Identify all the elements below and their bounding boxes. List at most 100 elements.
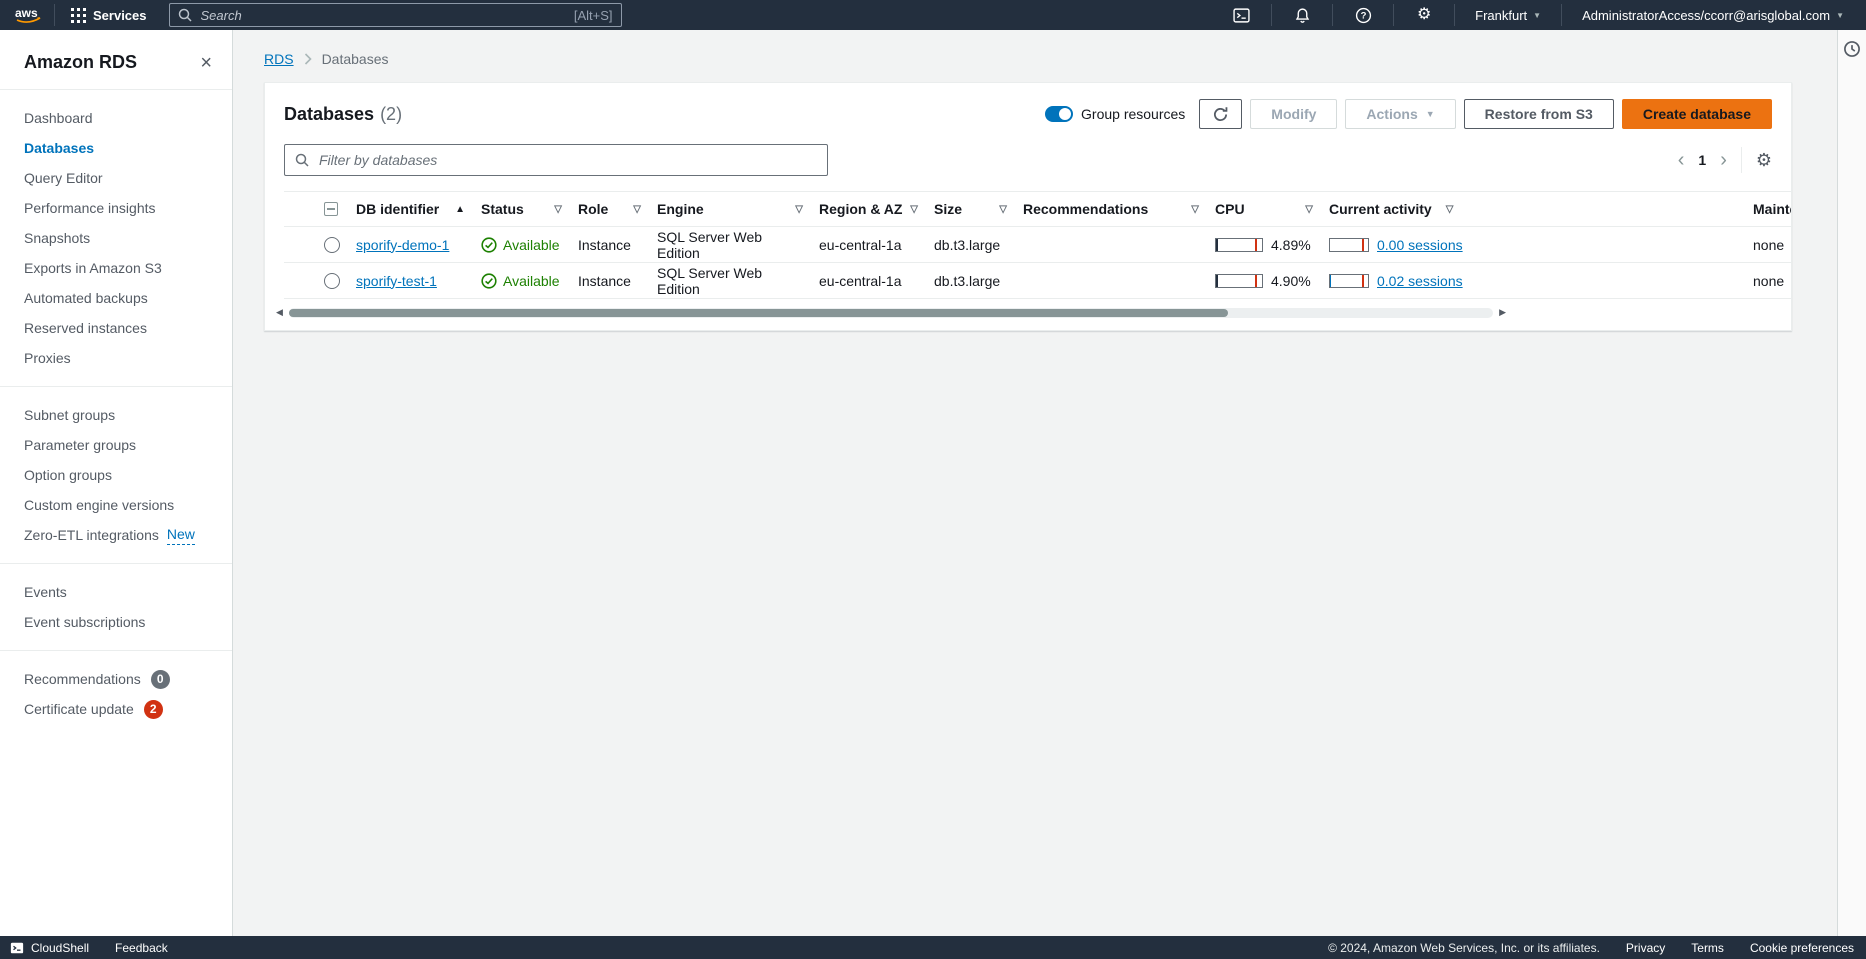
- actions-dropdown-button[interactable]: Actions ▼: [1345, 99, 1455, 129]
- grid-icon: [71, 8, 86, 23]
- column-header-region-az[interactable]: Region & AZ ▽: [819, 201, 934, 217]
- select-all-checkbox[interactable]: [324, 202, 338, 216]
- sidebar-item-custom-engine-versions[interactable]: Custom engine versions: [0, 490, 232, 520]
- create-database-button[interactable]: Create database: [1622, 99, 1772, 129]
- sidebar-item-option-groups[interactable]: Option groups: [0, 460, 232, 490]
- filter-icon[interactable]: ▽: [795, 204, 803, 215]
- sidebar-item-proxies[interactable]: Proxies: [0, 343, 232, 373]
- scroll-right-icon[interactable]: ▶: [1499, 307, 1506, 318]
- filter-icon[interactable]: ▽: [910, 204, 918, 215]
- column-header-db-identifier[interactable]: DB identifier ▲: [356, 201, 481, 217]
- activity-meter: [1329, 238, 1369, 252]
- notifications-bell-icon[interactable]: [1282, 0, 1322, 30]
- sidebar-item-databases[interactable]: Databases: [0, 133, 232, 163]
- account-label: AdministratorAccess/ccorr@arisglobal.com: [1582, 8, 1830, 23]
- sidebar-item-zero-etl[interactable]: Zero-ETL integrations New: [0, 520, 232, 550]
- cpu-meter: [1215, 274, 1263, 288]
- sessions-link[interactable]: 0.00 sessions: [1377, 237, 1463, 253]
- column-header-maintenance[interactable]: Maintenance: [1753, 201, 1791, 217]
- filter-icon[interactable]: ▽: [554, 204, 562, 215]
- column-header-size[interactable]: Size ▽: [934, 201, 1023, 217]
- sidebar-item-query-editor[interactable]: Query Editor: [0, 163, 232, 193]
- sidebar-item-recommendations[interactable]: Recommendations 0: [0, 664, 232, 694]
- sidebar-item-subnet-groups[interactable]: Subnet groups: [0, 400, 232, 430]
- sidebar-item-certificate-update[interactable]: Certificate update 2: [0, 694, 232, 724]
- sidebar-section-events: Events Event subscriptions: [0, 564, 232, 650]
- nav-divider: [1271, 4, 1272, 26]
- column-header-current-activity[interactable]: Current activity ▽: [1329, 201, 1753, 217]
- close-icon[interactable]: ×: [200, 53, 212, 73]
- scroll-left-icon[interactable]: ◀: [276, 307, 283, 318]
- actions-label: Actions: [1366, 106, 1417, 122]
- chevron-down-icon: ▼: [1533, 11, 1541, 20]
- sidebar-item-automated-backups[interactable]: Automated backups: [0, 283, 232, 313]
- db-identifier-link[interactable]: sporify-demo-1: [356, 237, 449, 253]
- filter-icon[interactable]: ▽: [1305, 204, 1313, 215]
- sidebar-item-dashboard[interactable]: Dashboard: [0, 103, 232, 133]
- cpu-threshold-tick: [1255, 275, 1257, 287]
- terms-link[interactable]: Terms: [1691, 941, 1724, 955]
- privacy-link[interactable]: Privacy: [1626, 941, 1665, 955]
- region-selector[interactable]: Frankfurt ▼: [1465, 8, 1551, 23]
- databases-table: DB identifier ▲ Status ▽ Role ▽ Engine ▽: [265, 191, 1791, 299]
- cloudshell-footer-button[interactable]: CloudShell: [10, 941, 89, 955]
- column-header-role[interactable]: Role ▽: [578, 201, 657, 217]
- sort-ascending-icon[interactable]: ▲: [455, 204, 465, 215]
- search-input[interactable]: [199, 7, 567, 24]
- row-radio-button[interactable]: [324, 273, 340, 289]
- cookie-preferences-link[interactable]: Cookie preferences: [1750, 941, 1854, 955]
- account-menu[interactable]: AdministratorAccess/ccorr@arisglobal.com…: [1572, 8, 1854, 23]
- feedback-button[interactable]: Feedback: [115, 941, 168, 955]
- side-panel-clock-icon[interactable]: [1843, 40, 1861, 58]
- sidebar-item-exports-s3[interactable]: Exports in Amazon S3: [0, 253, 232, 283]
- help-icon[interactable]: ?: [1343, 0, 1383, 30]
- global-search[interactable]: [Alt+S]: [169, 3, 622, 27]
- sidebar-item-parameter-groups[interactable]: Parameter groups: [0, 430, 232, 460]
- breadcrumb-current: Databases: [322, 51, 389, 67]
- filter-databases-input[interactable]: [317, 151, 817, 169]
- previous-page-icon[interactable]: ‹: [1678, 150, 1685, 170]
- aws-logo[interactable]: aws: [14, 5, 44, 25]
- page-number[interactable]: 1: [1698, 152, 1706, 168]
- cpu-cell: 4.90%: [1215, 273, 1329, 289]
- filter-icon[interactable]: ▽: [1446, 204, 1454, 215]
- horizontal-scrollbar: ◀ ▶: [276, 307, 1506, 318]
- sidebar-title: Amazon RDS: [24, 52, 137, 73]
- engine-cell: SQL Server Web Edition: [657, 265, 819, 297]
- next-page-icon[interactable]: ›: [1720, 150, 1727, 170]
- breadcrumb-rds-link[interactable]: RDS: [264, 51, 294, 67]
- cloudshell-icon[interactable]: [1221, 0, 1261, 30]
- table-preferences-gear-icon[interactable]: ⚙: [1756, 151, 1772, 169]
- sidebar-item-reserved-instances[interactable]: Reserved instances: [0, 313, 232, 343]
- modify-button[interactable]: Modify: [1250, 99, 1337, 129]
- scrollbar-thumb[interactable]: [289, 309, 1228, 317]
- column-header-recommendations[interactable]: Recommendations ▽: [1023, 201, 1215, 217]
- refresh-button[interactable]: [1199, 99, 1242, 129]
- toggle-switch-on[interactable]: [1045, 106, 1073, 122]
- column-header-cpu[interactable]: CPU ▽: [1215, 201, 1329, 217]
- filter-icon[interactable]: ▽: [1191, 204, 1199, 215]
- scrollbar-track[interactable]: [289, 308, 1493, 318]
- settings-gear-icon[interactable]: ⚙: [1404, 0, 1444, 30]
- sidebar-item-event-subscriptions[interactable]: Event subscriptions: [0, 607, 232, 637]
- zero-etl-new-link[interactable]: New: [167, 525, 195, 545]
- filter-box[interactable]: [284, 144, 828, 176]
- search-icon: [295, 153, 309, 167]
- services-label: Services: [93, 8, 147, 23]
- column-label: Engine: [657, 201, 704, 217]
- services-menu-button[interactable]: Services: [65, 8, 153, 23]
- filter-icon[interactable]: ▽: [999, 204, 1007, 215]
- sidebar-item-performance-insights[interactable]: Performance insights: [0, 193, 232, 223]
- db-identifier-link[interactable]: sporify-test-1: [356, 273, 437, 289]
- sidebar-item-events[interactable]: Events: [0, 577, 232, 607]
- filter-icon[interactable]: ▽: [633, 204, 641, 215]
- column-header-engine[interactable]: Engine ▽: [657, 201, 819, 217]
- cpu-bar-fill-0: [1216, 239, 1218, 251]
- group-resources-toggle[interactable]: Group resources: [1045, 106, 1185, 122]
- column-header-status[interactable]: Status ▽: [481, 201, 578, 217]
- sessions-link[interactable]: 0.02 sessions: [1377, 273, 1463, 289]
- sidebar-item-snapshots[interactable]: Snapshots: [0, 223, 232, 253]
- restore-from-s3-button[interactable]: Restore from S3: [1464, 99, 1614, 129]
- cloudshell-label: CloudShell: [31, 941, 89, 955]
- row-radio-button[interactable]: [324, 237, 340, 253]
